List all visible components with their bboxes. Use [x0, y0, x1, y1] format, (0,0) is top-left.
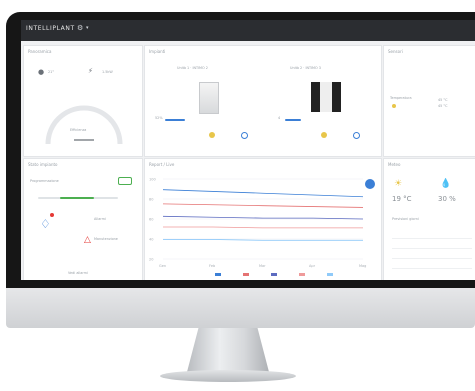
forecast-title: Previsioni giorni	[392, 217, 419, 221]
refresh-button[interactable]	[365, 179, 375, 189]
x-tick-label: Feb	[209, 264, 216, 268]
panel-title: Impianti	[149, 49, 166, 54]
sun-icon: ☀	[394, 179, 403, 189]
temperature-icon: ●	[38, 68, 45, 76]
sun-icon	[321, 132, 327, 138]
legend-swatch[interactable]	[215, 273, 221, 276]
dashboard-grid: Panoramica ● 21° ⚡ 1.5kW Efficienza Impi…	[23, 45, 475, 280]
humidity-value: 30 %	[438, 195, 456, 203]
series-line	[163, 239, 363, 241]
humidity-icon: 💧	[440, 179, 452, 189]
bulb-icon: ♢	[40, 217, 51, 231]
unit1-device	[199, 82, 219, 114]
efficiency-gauge	[45, 105, 123, 145]
plug-icon: ⚡	[88, 67, 93, 75]
unit2-device	[311, 82, 341, 112]
location-icon	[241, 132, 248, 139]
x-tick-label: Mar	[259, 264, 266, 268]
toggle-on[interactable]	[118, 177, 132, 185]
unit1-value: 52%	[155, 116, 163, 120]
alert-badge	[50, 213, 54, 217]
location-icon	[353, 132, 360, 139]
monitor: INTELLIPLANT ⚙ ▾ Panoramica ● 21° ⚡ 1.5k…	[6, 12, 475, 328]
legend-swatch[interactable]	[299, 273, 305, 276]
settings-icon[interactable]: ⚙	[77, 24, 83, 32]
status-icon	[392, 104, 396, 108]
alarms-label: Allarmi	[94, 217, 106, 221]
legend-swatch[interactable]	[327, 273, 333, 276]
alarms-panel: Stato impianto Programmazione ♢ Allarmi …	[23, 158, 143, 280]
weather-panel: Meteo ☀ 💧 19 °C 30 % Previsioni giorni	[383, 158, 475, 280]
warning-icon: △	[84, 235, 91, 245]
series-line	[162, 215, 364, 220]
chart-panel: Report / Live 100 80 60 40 20 Gen Feb Mar Apr Mag	[144, 158, 382, 280]
screen: INTELLIPLANT ⚙ ▾ Panoramica ● 21° ⚡ 1.5k…	[21, 20, 475, 280]
series-line	[163, 226, 363, 229]
y-tick-label: 60	[149, 218, 153, 222]
top-bar: INTELLIPLANT ⚙ ▾	[21, 20, 475, 41]
y-tick-label: 20	[149, 258, 153, 262]
monitor-chin	[6, 288, 475, 328]
unit1-label: Unità 1 · INTIMO 2	[177, 66, 208, 70]
series-line	[162, 189, 364, 198]
brand-logo: INTELLIPLANT	[26, 25, 75, 32]
panel-title: Stato impianto	[28, 162, 58, 167]
sensor-label: Temperatura	[390, 96, 412, 100]
sensor-value-2: 45 °C	[438, 104, 448, 108]
chevron-down-icon[interactable]: ▾	[86, 25, 89, 31]
level-slider-fill	[60, 197, 94, 199]
x-tick-label: Apr	[309, 264, 316, 268]
plant-panel: Impianti Unità 1 · INTIMO 2 Unità 2 · IN…	[144, 45, 382, 157]
temperature-value: 19 °C	[392, 195, 412, 203]
gauge-label: Efficienza	[70, 128, 87, 132]
overview-panel: Panoramica ● 21° ⚡ 1.5kW Efficienza	[23, 45, 143, 157]
x-tick-label: Gen	[159, 264, 166, 268]
series-line	[162, 203, 364, 208]
monitor-stand-neck	[187, 328, 269, 372]
x-tick-label: Mag	[359, 264, 366, 268]
unit1-progress	[165, 119, 185, 121]
legend-swatch[interactable]	[271, 273, 277, 276]
sensor-panel: Sensori Temperatura 45 °C 45 °C	[383, 45, 475, 157]
overview-value-right: 1.5kW	[102, 70, 113, 74]
y-tick-label: 80	[149, 198, 153, 202]
y-tick-label: 40	[149, 238, 153, 242]
alarms-footer-link[interactable]: Vedi allarmi	[68, 271, 88, 275]
monitor-bezel: INTELLIPLANT ⚙ ▾ Panoramica ● 21° ⚡ 1.5k…	[6, 12, 475, 288]
panel-title: Panoramica	[28, 49, 52, 54]
sensor-value-1: 45 °C	[438, 98, 448, 102]
monitor-stand-base	[160, 370, 296, 382]
schedule-label: Programmazione	[30, 179, 59, 183]
y-tick-label: 100	[149, 178, 156, 182]
legend-swatch[interactable]	[243, 273, 249, 276]
panel-title: Sensori	[388, 49, 403, 54]
panel-title: Meteo	[388, 162, 401, 167]
forecast-table	[392, 229, 472, 269]
sun-icon	[209, 132, 215, 138]
unit2-label: Unità 2 · INTIMO 3	[290, 66, 321, 70]
line-chart: 100 80 60 40 20 Gen Feb Mar Apr Mag	[149, 178, 366, 276]
maintenance-label: Manutenzione	[94, 237, 118, 241]
overview-value-left: 21°	[48, 70, 55, 74]
unit2-value: 4	[278, 116, 281, 120]
unit2-progress	[285, 119, 301, 121]
